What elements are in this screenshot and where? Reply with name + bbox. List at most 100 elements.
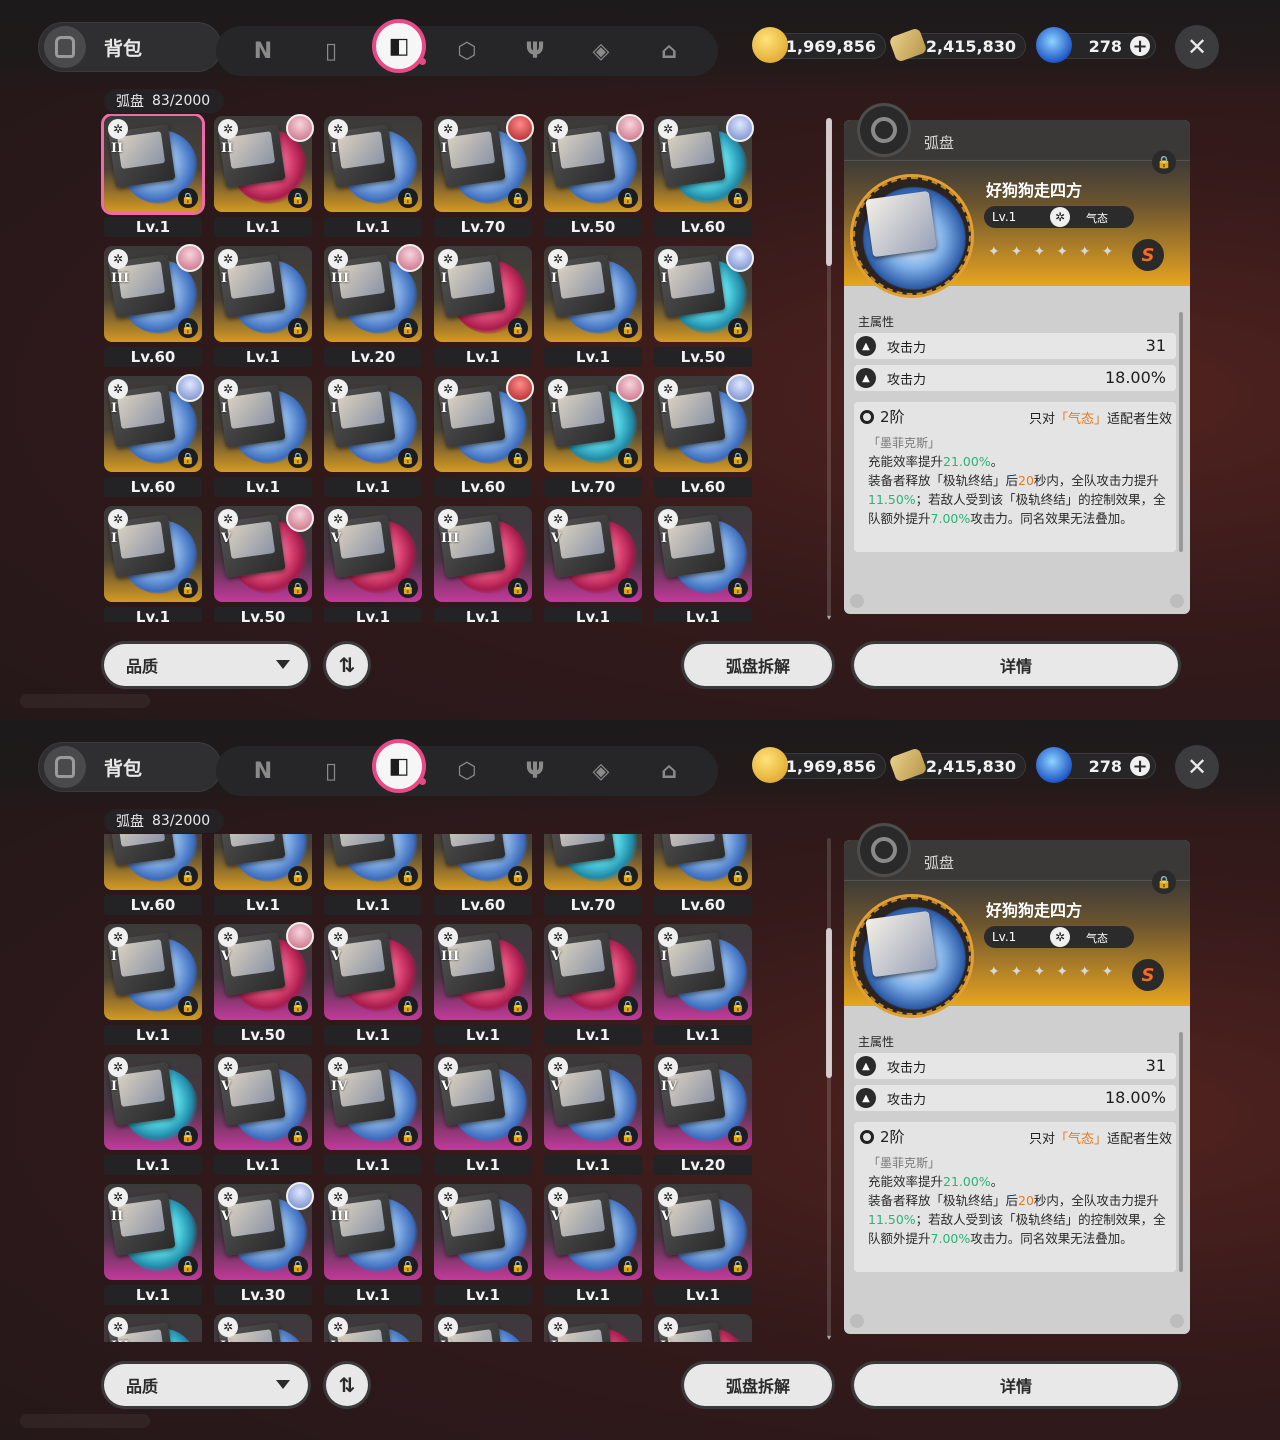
disc-card[interactable]: ✲V🔒 (324, 1314, 422, 1342)
disc-card[interactable]: ✲ V 🔒 Lv.50 (214, 922, 314, 1045)
disc-tile[interactable]: ✲🔒 (434, 834, 532, 890)
disc-tile[interactable]: ✲ IV 🔒 (324, 1054, 422, 1150)
disc-tile[interactable]: ✲III🔒 (104, 1314, 202, 1342)
disc-card[interactable]: ✲ I 🔒 Lv.50 (544, 114, 644, 237)
disc-card[interactable]: ✲ I 🔒 Lv.70 (544, 374, 644, 497)
disc-card[interactable]: ✲ IV 🔒 Lv.1 (324, 1054, 422, 1175)
disc-card[interactable]: ✲ I 🔒 Lv.1 (104, 1054, 202, 1175)
disc-tile[interactable]: ✲I🔒 (544, 1314, 642, 1342)
disc-card[interactable]: ✲🔒 Lv.60 (434, 834, 532, 915)
details-button[interactable]: 详情 (854, 1364, 1178, 1406)
disc-tile[interactable]: ✲V🔒 (214, 1314, 312, 1342)
scroll-down-arrow-icon[interactable]: ▾ (825, 614, 833, 622)
lock-icon[interactable]: 🔒 (1152, 150, 1176, 174)
disc-tile[interactable]: ✲V🔒 (214, 1054, 312, 1150)
disc-tile[interactable]: ✲V🔒 (654, 1184, 752, 1280)
disc-tile[interactable]: ✲V🔒 (434, 1314, 532, 1342)
disc-card[interactable]: ✲ V 🔒 Lv.1 (434, 1054, 532, 1175)
add-currency-button[interactable]: + (1130, 36, 1150, 57)
detail-scrollbar[interactable] (1179, 1032, 1183, 1272)
tab-gameboy-icon[interactable]: ▯ (306, 746, 356, 796)
disc-tile[interactable]: ✲🔒 (104, 834, 202, 890)
disc-tile[interactable]: ✲I🔒 (544, 246, 642, 342)
disc-tile[interactable]: ✲I🔒 (434, 246, 532, 342)
lock-icon[interactable]: 🔒 (1152, 870, 1176, 894)
disc-card[interactable]: ✲ V 🔒 Lv.1 (544, 1184, 642, 1305)
tab-cube-icon[interactable]: ⬡ (442, 26, 492, 76)
disc-card[interactable]: ✲ I 🔒 Lv.60 (654, 114, 754, 237)
disc-card[interactable]: ✲ I 🔒 Lv.1 (104, 506, 202, 622)
disc-card[interactable]: ✲ I 🔒 Lv.1 (654, 924, 752, 1045)
grid-scrollbar-thumb[interactable] (826, 118, 832, 266)
disc-card[interactable]: ✲ IV 🔒 Lv.20 (654, 1054, 752, 1175)
disc-card[interactable]: ✲🔒 Lv.60 (654, 834, 752, 915)
disc-card[interactable]: ✲ I 🔒 Lv.1 (324, 116, 422, 237)
disc-card[interactable]: ✲ V 🔒 Lv.1 (654, 1184, 752, 1305)
disc-tile[interactable]: ✲🔒 (214, 834, 312, 890)
tab-disc-folder-icon[interactable]: ◧ (372, 739, 426, 793)
disc-card[interactable]: ✲ I 🔒 Lv.1 (214, 246, 312, 367)
disc-tile[interactable]: ✲I🔒 (214, 246, 312, 342)
disc-tile[interactable]: ✲III🔒 (434, 506, 532, 602)
disc-tile[interactable]: ✲ II 🔒 (104, 1184, 202, 1280)
disc-tile[interactable]: ✲V🔒 (324, 506, 422, 602)
disc-card[interactable]: ✲ V 🔒 Lv.1 (544, 1054, 642, 1175)
disc-tile[interactable]: ✲ II 🔒 (104, 116, 202, 212)
disc-card[interactable]: ✲ I 🔒 Lv.1 (324, 376, 422, 497)
disc-card[interactable]: ✲V🔒 (214, 1314, 312, 1342)
tab-cube-icon[interactable]: ⬡ (442, 746, 492, 796)
tab-home-icon[interactable]: ⌂ (644, 746, 694, 796)
disc-card[interactable]: ✲ II 🔒 Lv.1 (214, 114, 314, 237)
disc-card[interactable]: ✲ III 🔒 Lv.20 (324, 244, 424, 367)
disc-card[interactable]: ✲ I 🔒 Lv.70 (434, 114, 534, 237)
scroll-down-arrow-icon[interactable]: ▾ (825, 1334, 833, 1342)
disc-card[interactable]: ✲ V 🔒 Lv.1 (214, 1054, 312, 1175)
disc-tile[interactable]: ✲V🔒 (544, 1184, 642, 1280)
disc-card[interactable]: ✲III🔒 (104, 1314, 202, 1342)
disc-tile[interactable]: ✲V🔒 (434, 1184, 532, 1280)
disc-tile[interactable]: ✲I🔒 (104, 1054, 202, 1150)
grid-scrollbar[interactable] (827, 838, 831, 1338)
details-button[interactable]: 详情 (854, 644, 1178, 686)
disc-tile[interactable]: ✲V🔒 (434, 1054, 532, 1150)
sort-toggle-button[interactable]: ⇅ (326, 1364, 368, 1406)
disc-card[interactable]: ✲ I 🔒 Lv.1 (544, 246, 642, 367)
disc-card[interactable]: ✲ V 🔒 Lv.1 (324, 506, 422, 622)
disc-tile[interactable]: ✲V🔒 (544, 506, 642, 602)
disc-tile[interactable]: ✲ IV 🔒 (654, 1054, 752, 1150)
disc-tile[interactable]: ✲I🔒 (654, 506, 752, 602)
dismantle-button[interactable]: 弧盘拆解 (684, 644, 832, 686)
disc-tile[interactable]: ✲V🔒 (324, 924, 422, 1020)
disc-tile[interactable]: ✲🔒 (324, 834, 422, 890)
disc-tile[interactable]: ✲V🔒 (544, 1054, 642, 1150)
tab-cube-tilt-icon[interactable]: ◈ (576, 746, 626, 796)
disc-tile[interactable]: ✲V🔒 (654, 1314, 752, 1342)
disc-card[interactable]: ✲ V 🔒 Lv.30 (214, 1182, 314, 1305)
disc-card[interactable]: ✲I🔒 (544, 1314, 642, 1342)
disc-card[interactable]: ✲🔒 Lv.1 (214, 834, 312, 915)
disc-tile[interactable]: ✲🔒 (544, 834, 642, 890)
disc-card[interactable]: ✲ I 🔒 Lv.60 (654, 374, 754, 497)
disc-card[interactable]: ✲ II 🔒 Lv.1 (104, 116, 202, 237)
disc-card[interactable]: ✲ III 🔒 Lv.1 (324, 1184, 422, 1305)
close-button[interactable]: ✕ (1175, 745, 1219, 789)
disc-card[interactable]: ✲ I 🔒 Lv.60 (104, 374, 204, 497)
tab-cube-tilt-icon[interactable]: ◈ (576, 26, 626, 76)
disc-card[interactable]: ✲ I 🔒 Lv.1 (104, 924, 202, 1045)
disc-card[interactable]: ✲🔒 Lv.1 (324, 834, 422, 915)
disc-tile[interactable]: ✲I🔒 (324, 376, 422, 472)
disc-tile[interactable]: ✲I🔒 (104, 924, 202, 1020)
grid-scrollbar-thumb[interactable] (826, 928, 832, 1078)
quality-filter-dropdown[interactable]: 品质 (104, 1364, 308, 1406)
disc-card[interactable]: ✲ V 🔒 Lv.1 (544, 924, 642, 1045)
disc-tile[interactable]: ✲I🔒 (214, 376, 312, 472)
add-currency-button[interactable]: + (1130, 756, 1150, 777)
disc-card[interactable]: ✲ I 🔒 Lv.1 (434, 246, 532, 367)
disc-card[interactable]: ✲ III 🔒 Lv.1 (434, 924, 532, 1045)
dismantle-button[interactable]: 弧盘拆解 (684, 1364, 832, 1406)
quality-filter-dropdown[interactable]: 品质 (104, 644, 308, 686)
tab-gameboy-icon[interactable]: ▯ (306, 26, 356, 76)
tab-food-icon[interactable]: Ψ (510, 26, 560, 76)
disc-tile[interactable]: ✲🔒 (654, 834, 752, 890)
close-button[interactable]: ✕ (1175, 25, 1219, 69)
